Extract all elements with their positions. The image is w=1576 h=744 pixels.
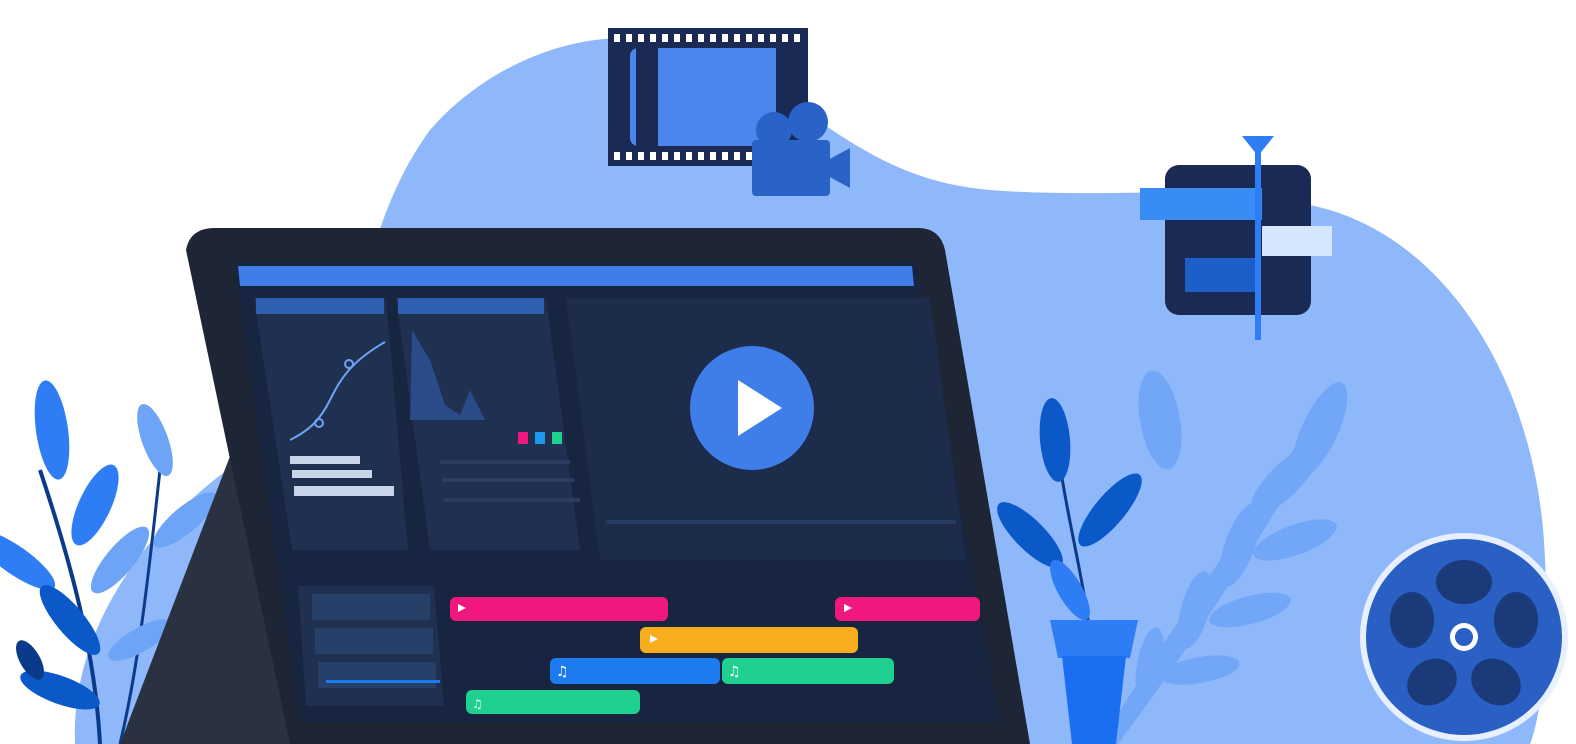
- clip-audio-1[interactable]: [550, 658, 720, 684]
- clip-video-2[interactable]: [835, 597, 980, 621]
- clip-audio-3[interactable]: [466, 690, 640, 714]
- clip-audio-2[interactable]: [722, 658, 894, 684]
- music-note-icon: ♫: [556, 664, 569, 680]
- music-note-icon: ♫: [472, 697, 483, 711]
- trim-cut-icon: [1140, 136, 1332, 340]
- music-note-icon: ♫: [728, 664, 741, 680]
- color-swatch-blue: [535, 432, 545, 444]
- film-reel-icon: [1360, 533, 1568, 741]
- clip-video-1[interactable]: [450, 597, 668, 621]
- clip-video-3[interactable]: [640, 627, 858, 653]
- color-swatch-pink: [518, 432, 528, 444]
- video-editing-illustration: ♫ ♫ ♫: [0, 0, 1576, 744]
- app-title-bar: [238, 266, 914, 286]
- color-swatch-green: [552, 432, 562, 444]
